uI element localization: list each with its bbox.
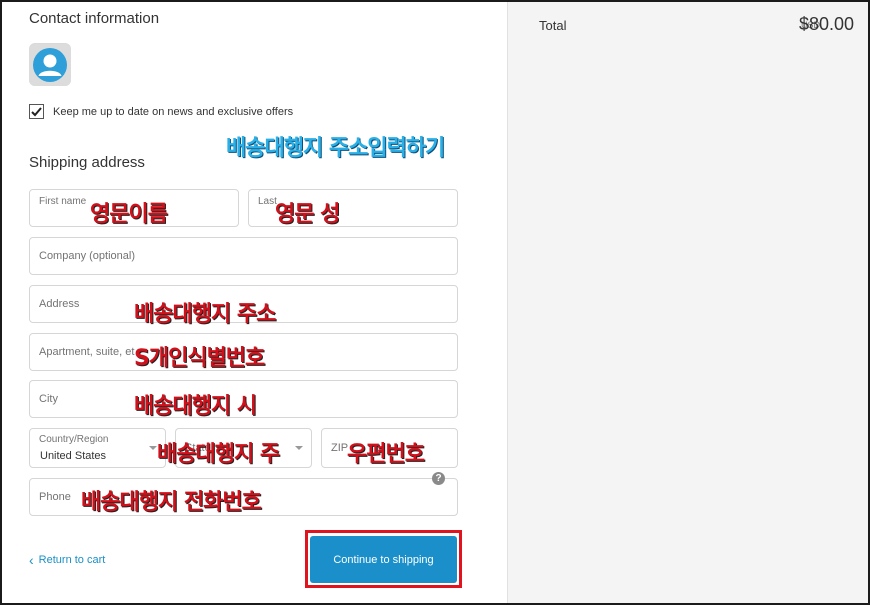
city-placeholder: City [39,393,58,405]
newsletter-checkbox[interactable] [29,104,44,119]
total-amount: $80.00 [798,14,854,34]
country-label: Country/Region [39,434,109,445]
country-value: United States [40,450,107,462]
zip-placeholder: ZIP [331,442,349,454]
company-field[interactable]: Company (optional) [29,237,458,275]
apartment-placeholder: Apartment, suite, et [39,346,135,358]
newsletter-label: Keep me up to date on news and exclusive… [53,105,294,118]
company-placeholder: Company (optional) [39,250,135,262]
newsletter-row: Keep me up to date on news and exclusive… [29,104,293,119]
country-select[interactable]: Country/Region United States [29,428,166,468]
annotation-zip: 우편번호 [347,442,425,467]
phone-placeholder: Phone [39,491,71,503]
contact-heading: Contact information [29,10,160,27]
first-name-placeholder: First name [39,196,87,207]
annotation-state: 배송대행지 주 [157,442,280,467]
chevron-down-icon [295,446,303,450]
annotation-first-name: 영문이름 [90,202,168,227]
checkmark-icon [31,107,42,117]
total-label: Total [539,18,567,33]
avatar [29,43,71,86]
return-to-cart-label: Return to cart [38,554,106,566]
annotation-phone: 배송대행지 전화번호 [81,490,262,515]
chevron-down-icon [149,446,157,450]
address-placeholder: Address [39,298,80,310]
return-to-cart-link[interactable]: ‹ Return to cart [29,553,105,567]
continue-to-shipping-button[interactable]: Continue to shipping [310,536,457,583]
help-icon[interactable]: ? [432,472,445,485]
annotation-city: 배송대행지 시 [134,394,257,419]
annotation-title: 배송대행지 주소입력하기 [226,136,445,161]
checkout-form-panel: Contact information Keep me up to date o… [2,2,507,603]
user-avatar-icon [29,43,71,86]
order-summary-panel: Total USD $80.00 [507,2,868,603]
chevron-left-icon: ‹ [29,552,34,568]
annotation-last-name: 영문 성 [275,202,340,227]
annotation-address: 배송대행지 주소 [134,302,276,327]
shipping-heading: Shipping address [29,154,145,171]
annotation-apartment: S개인식별번호 [134,346,265,371]
